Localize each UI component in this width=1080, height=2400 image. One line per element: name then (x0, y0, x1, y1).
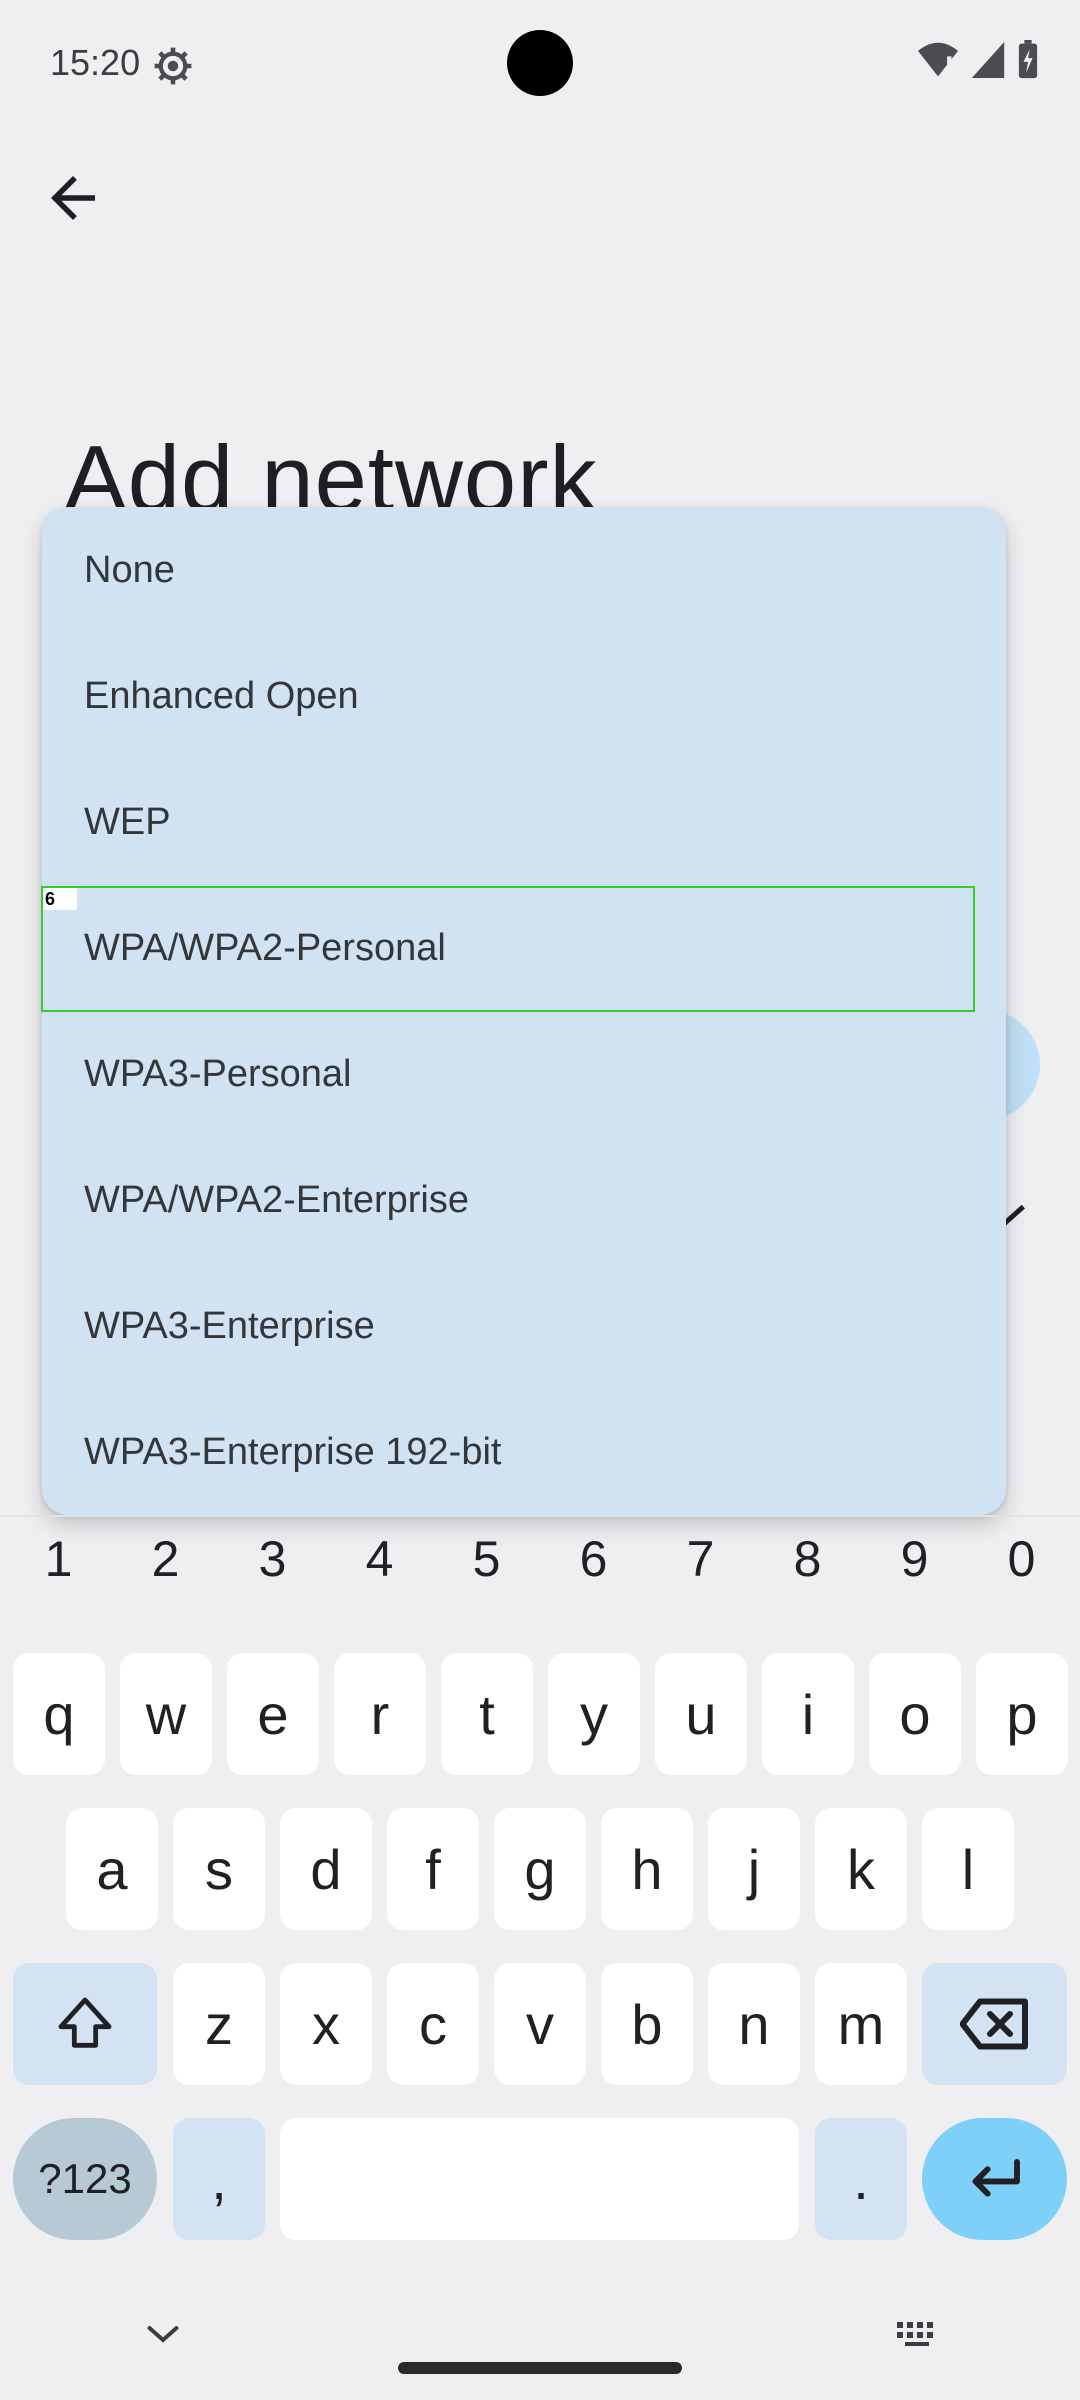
menu-item-wpa3-personal[interactable]: WPA3-Personal (42, 1011, 1006, 1137)
menu-item-wpa-wpa2-enterprise[interactable]: WPA/WPA2-Enterprise (42, 1137, 1006, 1263)
key-e[interactable]: e (227, 1653, 319, 1775)
status-bar: 15:20 (0, 0, 1080, 130)
key-2[interactable]: 2 (112, 1530, 219, 1588)
key-j[interactable]: j (708, 1808, 800, 1930)
key-u[interactable]: u (655, 1653, 747, 1775)
comma-key[interactable]: , (173, 2118, 265, 2240)
key-4[interactable]: 4 (326, 1530, 433, 1588)
key-s[interactable]: s (173, 1808, 265, 1930)
key-v[interactable]: v (494, 1963, 586, 2085)
back-arrow-icon[interactable] (40, 165, 106, 231)
key-0[interactable]: 0 (968, 1530, 1075, 1588)
key-3[interactable]: 3 (219, 1530, 326, 1588)
key-6[interactable]: 6 (540, 1530, 647, 1588)
shift-key[interactable] (13, 1963, 157, 2085)
period-key[interactable]: . (815, 2118, 907, 2240)
key-x[interactable]: x (280, 1963, 372, 2085)
key-n[interactable]: n (708, 1963, 800, 2085)
key-m[interactable]: m (815, 1963, 907, 2085)
enter-key[interactable] (922, 2118, 1067, 2240)
key-a[interactable]: a (66, 1808, 158, 1930)
key-9[interactable]: 9 (861, 1530, 968, 1588)
menu-item-wpa3-enterprise-192-bit[interactable]: WPA3-Enterprise 192-bit (42, 1389, 1006, 1515)
backspace-key[interactable] (922, 1963, 1067, 2085)
key-k[interactable]: k (815, 1808, 907, 1930)
hide-keyboard-chevron-icon[interactable] (145, 2322, 181, 2346)
key-d[interactable]: d (280, 1808, 372, 1930)
key-1[interactable]: 1 (5, 1530, 112, 1588)
keyboard-switch-icon[interactable] (895, 2320, 939, 2348)
backspace-icon (959, 1998, 1028, 2050)
key-g[interactable]: g (494, 1808, 586, 1930)
home-indicator[interactable] (398, 2362, 682, 2374)
menu-item-wpa-wpa2-personal[interactable]: WPA/WPA2-Personal (42, 885, 1006, 1011)
status-icons (916, 40, 1040, 80)
menu-item-none[interactable]: None (42, 507, 1006, 633)
key-w[interactable]: w (120, 1653, 212, 1775)
menu-item-wep[interactable]: WEP (42, 759, 1006, 885)
key-8[interactable]: 8 (754, 1530, 861, 1588)
key-i[interactable]: i (762, 1653, 854, 1775)
key-7[interactable]: 7 (647, 1530, 754, 1588)
key-p[interactable]: p (976, 1653, 1068, 1775)
front-camera (507, 30, 573, 96)
space-bar[interactable] (280, 2118, 799, 2240)
key-l[interactable]: l (922, 1808, 1014, 1930)
key-y[interactable]: y (548, 1653, 640, 1775)
key-o[interactable]: o (869, 1653, 961, 1775)
highlight-tag: 6 (43, 888, 77, 910)
key-f[interactable]: f (387, 1808, 479, 1930)
security-dropdown-menu: None Enhanced Open WEP WPA/WPA2-Personal… (42, 507, 1006, 1515)
key-5[interactable]: 5 (433, 1530, 540, 1588)
menu-item-wpa3-enterprise[interactable]: WPA3-Enterprise (42, 1263, 1006, 1389)
key-h[interactable]: h (601, 1808, 693, 1930)
key-q[interactable]: q (13, 1653, 105, 1775)
enter-icon (972, 2158, 1020, 2197)
key-z[interactable]: z (173, 1963, 265, 2085)
shift-icon (58, 1997, 112, 2048)
gear-icon (154, 47, 192, 85)
status-time: 15:20 (50, 42, 141, 83)
wifi-alert-icon (918, 42, 958, 77)
number-row: 1 2 3 4 5 6 7 8 9 0 (0, 1530, 1080, 1600)
cellular-signal-icon (971, 42, 1005, 78)
key-r[interactable]: r (334, 1653, 426, 1775)
key-t[interactable]: t (441, 1653, 533, 1775)
navigation-bar (0, 2290, 1080, 2400)
key-b[interactable]: b (601, 1963, 693, 2085)
keyboard-divider (0, 1515, 1080, 1517)
menu-item-enhanced-open[interactable]: Enhanced Open (42, 633, 1006, 759)
key-c[interactable]: c (387, 1963, 479, 2085)
symbols-key[interactable]: ?123 (13, 2118, 157, 2240)
battery-charging-icon (1018, 40, 1038, 79)
